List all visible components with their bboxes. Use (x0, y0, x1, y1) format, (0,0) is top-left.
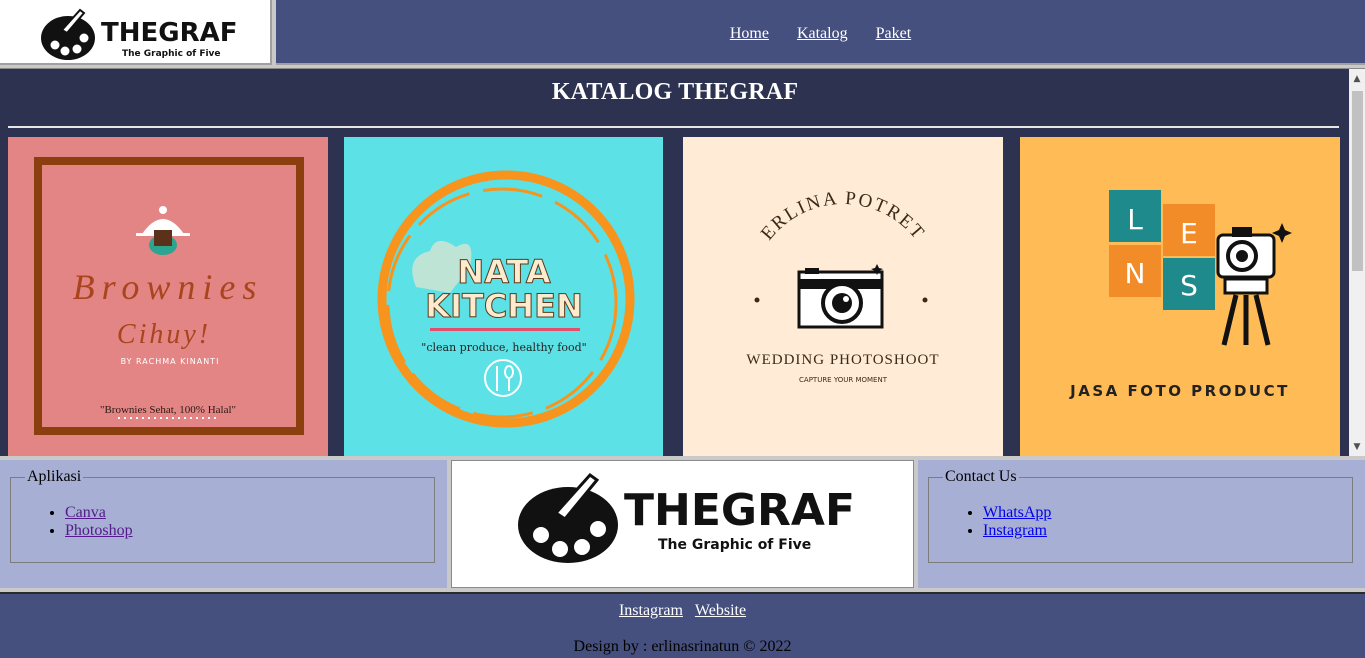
brownies-tagline: "Brownies Sehat, 100% Halal" (100, 404, 236, 416)
nata-title-2: KITCHEN (425, 287, 582, 325)
catalog-card-nata-kitchen[interactable]: NATA KITCHEN "clean produce, healthy foo… (344, 137, 663, 457)
lens-letter-e: E (1180, 217, 1198, 250)
logo-frame: THEGRAF The Graphic of Five (0, 0, 272, 65)
catalog-card-brownies[interactable]: Brownies Cihuy! BY RACHMA KINANTI "Brown… (8, 137, 328, 457)
logo-subtitle: The Graphic of Five (122, 49, 221, 59)
scroll-down-arrow-icon[interactable]: ▼ (1349, 439, 1365, 455)
catalog-card-lens[interactable]: L E N S JASA FOTO PRODUCT (1020, 137, 1340, 457)
lens-subtitle: JASA FOTO PRODUCT (1069, 382, 1290, 400)
large-logo-subtitle: The Graphic of Five (658, 537, 811, 553)
nav-home[interactable]: Home (730, 25, 769, 42)
catalog-frame: KATALOG THEGRAF Brownies Cihuy! BY RACHM… (0, 68, 1365, 457)
nav-paket[interactable]: Paket (876, 25, 912, 42)
brownies-subtitle: Cihuy! (117, 319, 211, 350)
footer-instagram-link[interactable]: Instagram (619, 602, 683, 619)
erlina-subtitle: WEDDING PHOTOSHOOT (746, 352, 939, 368)
logo-text: THEGRAF (101, 18, 238, 48)
palette-icon (518, 472, 618, 563)
aplikasi-list: Canva Photoshop (25, 504, 420, 540)
nata-tagline: "clean produce, healthy food" (421, 341, 586, 354)
top-frame: THEGRAF The Graphic of Five Home Katalog… (0, 0, 1365, 66)
footer: Instagram Website Design by : erlinasrin… (0, 592, 1365, 658)
thegraf-logo-large: THEGRAF The Graphic of Five (518, 472, 855, 563)
contact-legend: Contact Us (945, 468, 1017, 485)
canva-link[interactable]: Canva (65, 504, 106, 521)
erlina-tagline: CAPTURE YOUR MOMENT (799, 376, 888, 384)
palette-icon (41, 8, 95, 60)
catalog-card-erlina-potret[interactable]: ERLINA POTRET WEDDING PHOTOSHOOT CAPTURE… (683, 137, 1003, 457)
instagram-contact-link[interactable]: Instagram (983, 522, 1047, 539)
main-nav: Home Katalog Paket (276, 25, 1365, 43)
title-divider (8, 126, 1339, 128)
lens-letter-n: N (1125, 257, 1146, 290)
page-title: KATALOG THEGRAF (551, 79, 799, 105)
catalog-scrollbar[interactable]: ▲ ▼ (1349, 69, 1365, 457)
list-item: WhatsApp (983, 504, 1338, 522)
center-logo-frame: THEGRAF The Graphic of Five (451, 460, 914, 588)
list-item: Canva (65, 504, 420, 522)
lens-letter-l: L (1127, 203, 1143, 236)
footer-website-link[interactable]: Website (695, 602, 746, 619)
contact-fieldset: Contact Us WhatsApp Instagram (928, 468, 1353, 563)
nav-katalog[interactable]: Katalog (797, 25, 848, 42)
list-item: Instagram (983, 522, 1338, 540)
photoshop-link[interactable]: Photoshop (65, 522, 133, 539)
brownies-title: Brownies (73, 267, 264, 307)
contact-panel: Contact Us WhatsApp Instagram (918, 460, 1365, 588)
footer-credit: Design by : erlinasrinatun © 2022 (573, 638, 792, 655)
nav-frame: Home Katalog Paket (276, 0, 1365, 65)
bottom-frames: Aplikasi Canva Photoshop THEGRAF The Gra… (0, 456, 1365, 590)
nata-title: NATA (457, 253, 550, 291)
aplikasi-panel: Aplikasi Canva Photoshop (0, 460, 447, 588)
list-item: Photoshop (65, 522, 420, 540)
aplikasi-legend: Aplikasi (27, 468, 82, 485)
thegraf-logo: THEGRAF The Graphic of Five (41, 8, 238, 60)
camera-icon (797, 264, 884, 329)
aplikasi-fieldset: Aplikasi Canva Photoshop (10, 468, 435, 563)
scroll-thumb[interactable] (1352, 91, 1363, 271)
footer-links: Instagram Website (0, 602, 1365, 620)
brownies-byline: BY RACHMA KINANTI (121, 357, 220, 366)
contact-list: WhatsApp Instagram (943, 504, 1338, 540)
large-logo-text: THEGRAF (624, 485, 855, 536)
scroll-up-arrow-icon[interactable]: ▲ (1349, 71, 1365, 87)
whatsapp-link[interactable]: WhatsApp (983, 504, 1051, 521)
lens-letter-s: S (1180, 269, 1198, 302)
